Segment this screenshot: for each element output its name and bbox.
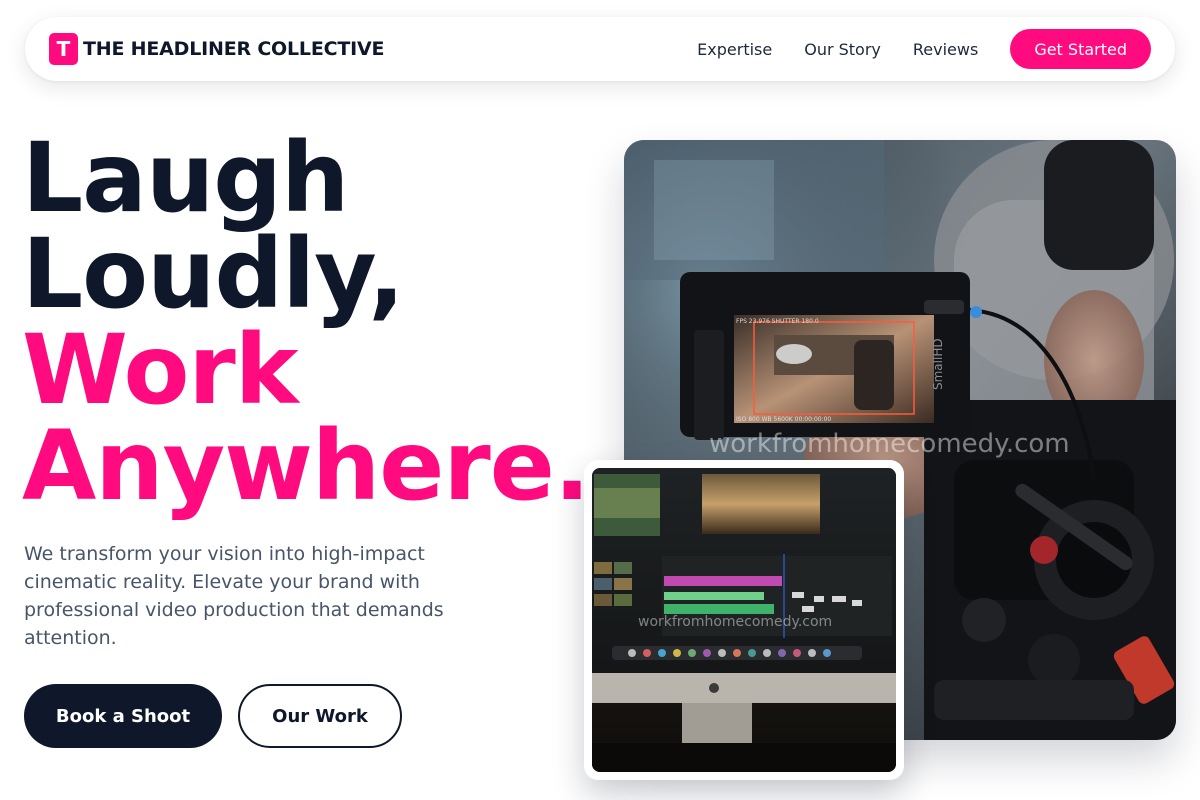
- book-a-shoot-button[interactable]: Book a Shoot: [24, 684, 222, 748]
- headline-line-1: Laugh: [22, 122, 349, 234]
- headline-line-4: Anywhere.: [22, 410, 590, 522]
- nav-link-reviews[interactable]: Reviews: [913, 40, 978, 59]
- page: T THE HEADLINER COLLECTIVE Expertise Our…: [0, 0, 1200, 800]
- small-watermark: workfromhomecomedy.com: [638, 614, 832, 630]
- hero-headline: Laugh Loudly, Work Anywhere.: [22, 122, 590, 522]
- svg-text:ISO 800 WB 5600K 00:00:00:: ISO 800 WB 5600K 00:00:00:00: [736, 416, 831, 423]
- navbar: T THE HEADLINER COLLECTIVE Expertise Our…: [25, 17, 1175, 81]
- brand-name: THE HEADLINER COLLECTIVE: [83, 38, 385, 60]
- hero-subtitle: We transform your vision into high-impac…: [24, 543, 444, 649]
- monitor-label: SmallHD: [931, 338, 945, 390]
- headline-line-3: Work: [22, 314, 299, 426]
- editing-workstation-photo: workfromhomecomedy.com: [584, 460, 904, 780]
- brand-logo[interactable]: T THE HEADLINER COLLECTIVE: [49, 33, 384, 65]
- main-watermark: workfromhomecomedy.com: [709, 429, 1070, 459]
- nav-links: Expertise Our Story Reviews Get Started: [697, 29, 1151, 69]
- get-started-button[interactable]: Get Started: [1010, 29, 1151, 69]
- brand-mark-icon: T: [49, 33, 78, 65]
- svg-text:FPS 23.976 SHUTTER 180.0: FPS 23.976 SHUTTER 180.0: [736, 318, 819, 325]
- headline-line-2: Loudly,: [22, 218, 405, 330]
- editing-workstation-frame: workfromhomecomedy.com: [592, 468, 896, 772]
- nav-link-expertise[interactable]: Expertise: [697, 40, 772, 59]
- our-work-button[interactable]: Our Work: [238, 684, 402, 748]
- nav-link-our-story[interactable]: Our Story: [804, 40, 881, 59]
